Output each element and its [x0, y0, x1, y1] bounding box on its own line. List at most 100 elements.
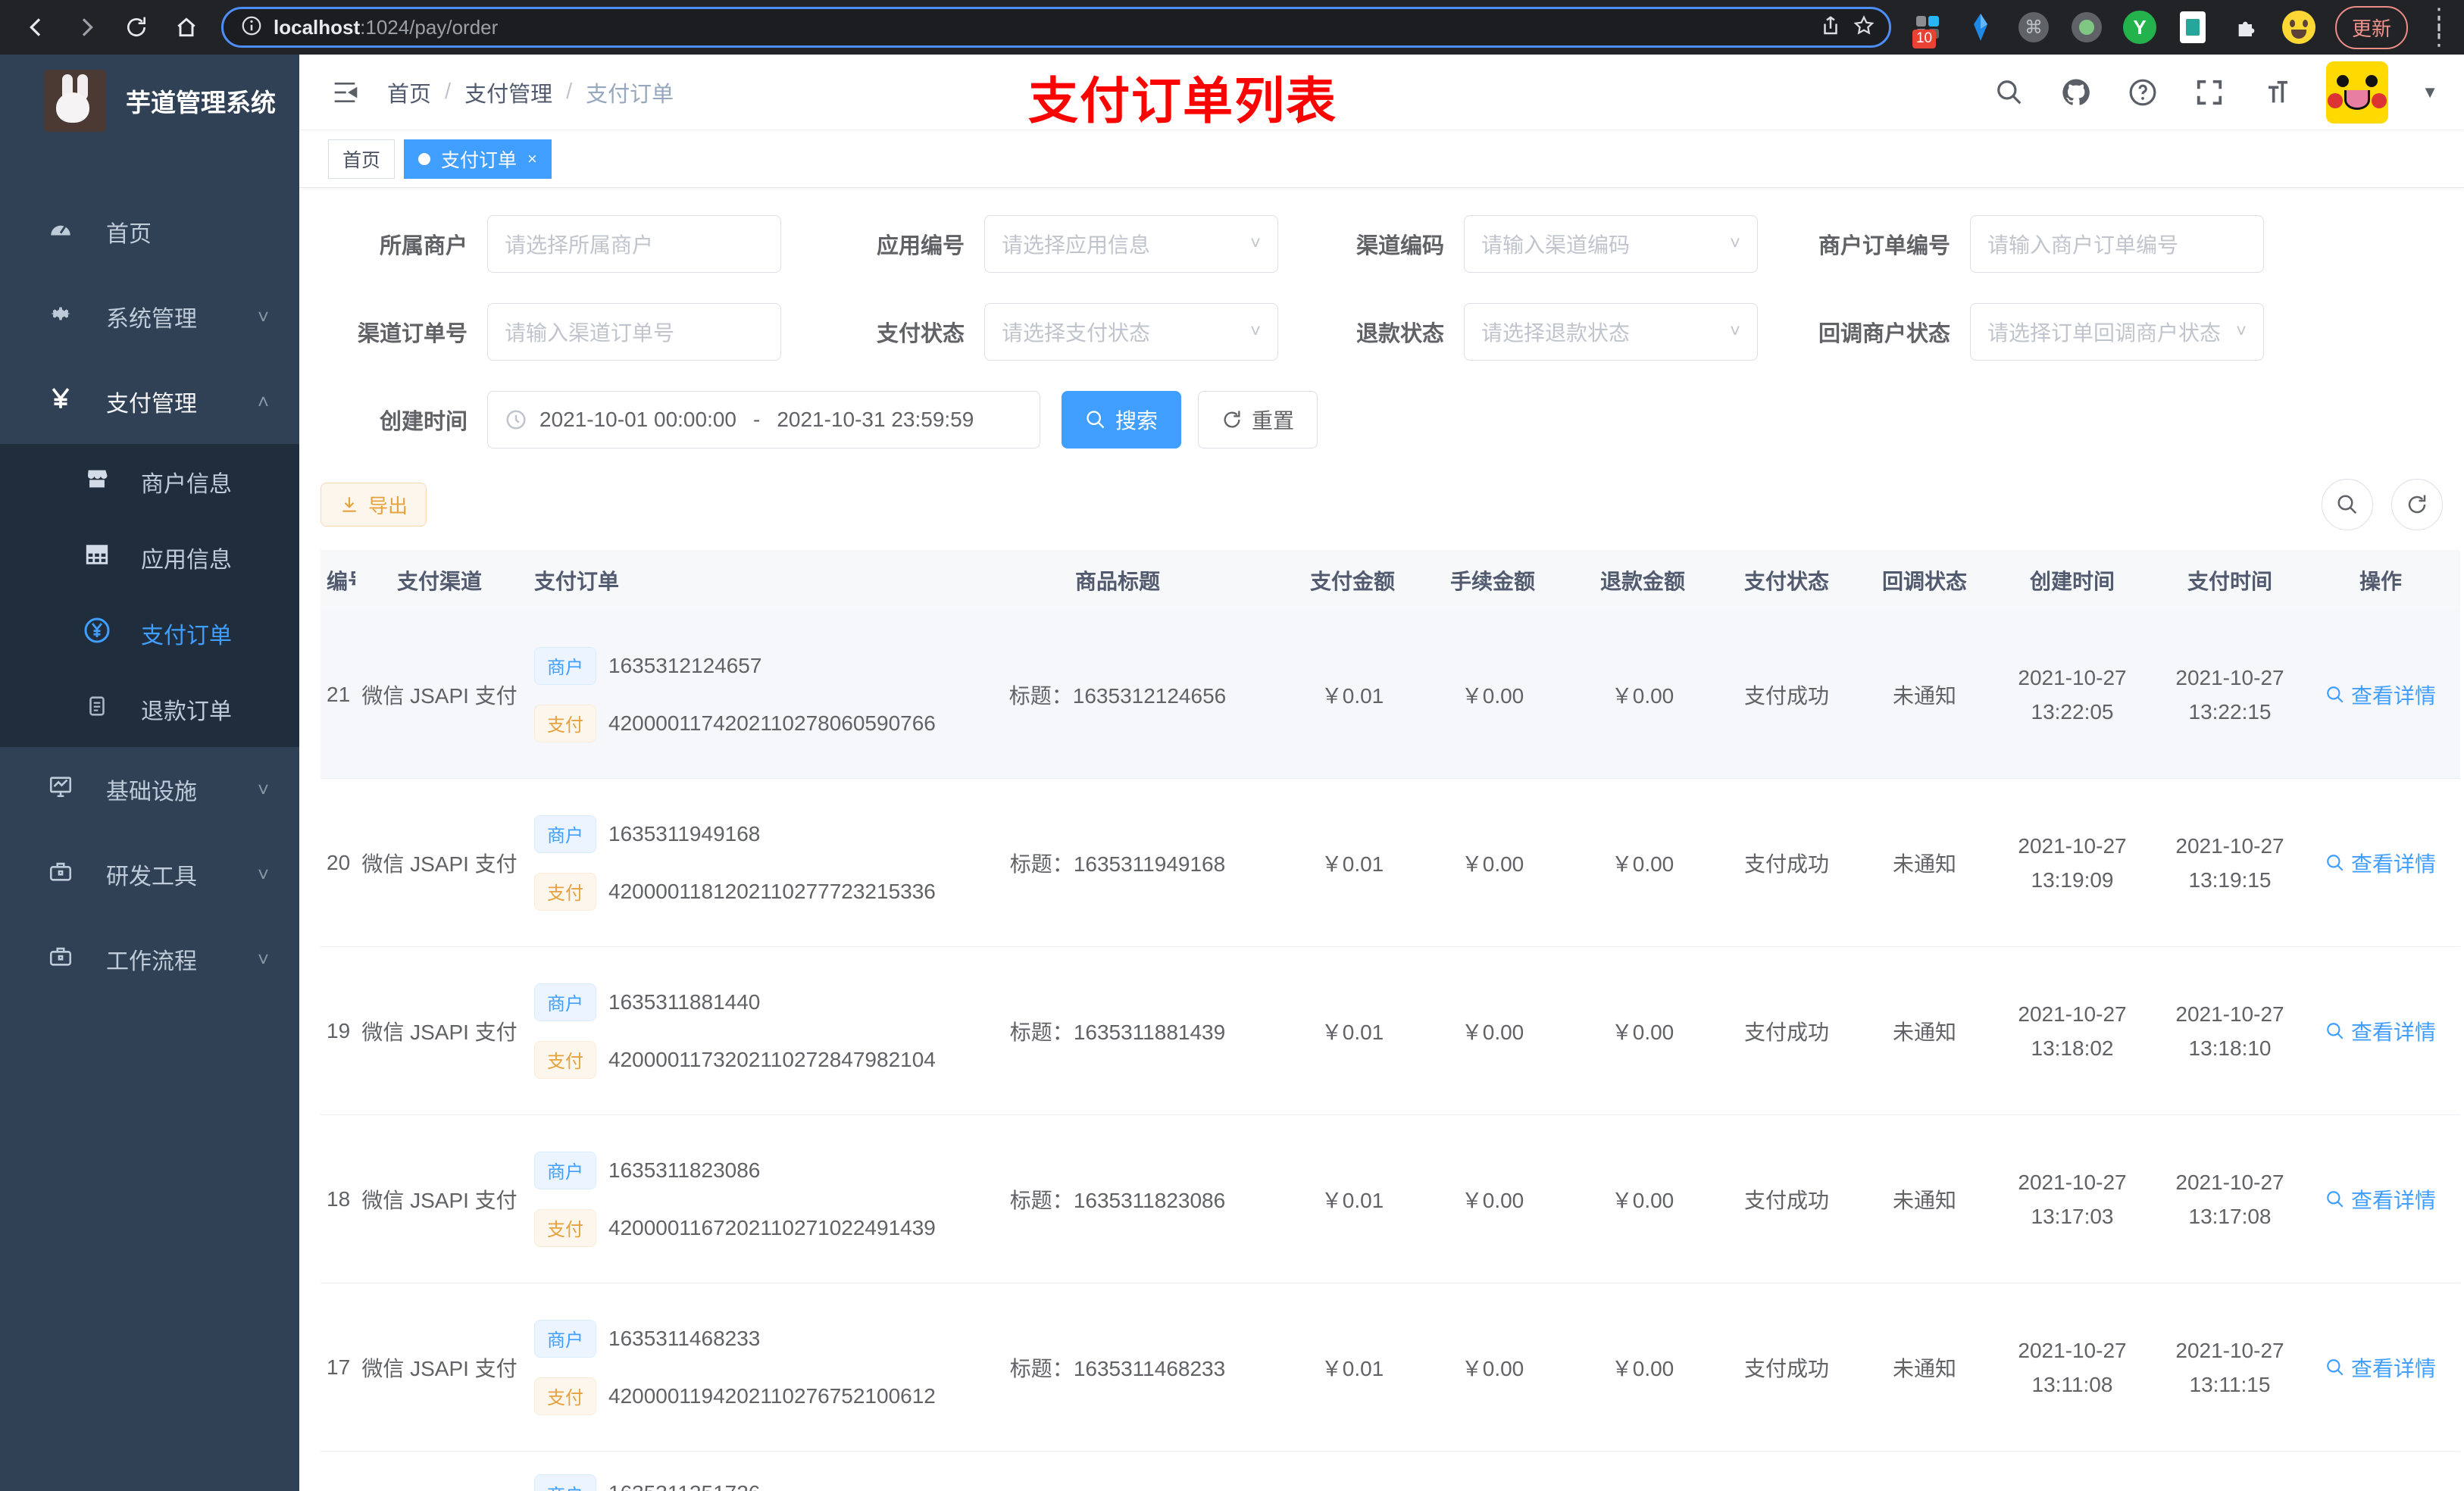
- sidebar-item-home[interactable]: 首页: [0, 189, 299, 274]
- filter-label-merchant-order-no: 商户订单编号: [1818, 234, 1950, 258]
- view-detail-link[interactable]: 查看详情: [2325, 1016, 2436, 1046]
- search-icon[interactable]: [1993, 76, 2026, 109]
- tab-pay-order[interactable]: 支付订单 ×: [404, 139, 552, 179]
- pay-tag: 支付: [534, 1377, 596, 1415]
- merchant-tag: 商户: [534, 1319, 596, 1358]
- url-text: localhost:1024/pay/order: [274, 15, 499, 39]
- app-logo-row[interactable]: 芋道管理系统: [0, 55, 299, 147]
- help-icon[interactable]: [2126, 76, 2159, 109]
- profile-emoji-icon[interactable]: [2281, 11, 2315, 44]
- github-icon[interactable]: [2059, 76, 2093, 109]
- status-text: 支付成功: [1743, 683, 1829, 708]
- merchant-tag: 商户: [534, 1151, 596, 1189]
- yen-circle-icon: [83, 617, 111, 650]
- sidebar-collapse-icon[interactable]: [328, 76, 361, 109]
- merchant-tag: 商户: [534, 814, 596, 853]
- chevron-down-icon: ˅: [257, 777, 269, 801]
- search-button[interactable]: 搜索: [1062, 391, 1182, 449]
- gear-icon: [47, 301, 74, 333]
- annotation-title: 支付订单列表: [1028, 73, 1337, 129]
- view-detail-link[interactable]: 查看详情: [2325, 1184, 2436, 1214]
- sidebar-item-workflow[interactable]: 工作流程 ˅: [0, 917, 299, 1002]
- filter-label-channel-code: 渠道编码: [1356, 234, 1444, 258]
- filter-label-pay-status: 支付状态: [876, 322, 965, 346]
- table-header-row: 编号 支付渠道 支付订单 商品标题 支付金额 手续金额 退款金额 支付状态 回调…: [321, 550, 2460, 611]
- browser-menu-icon[interactable]: ⋮ ⋮ ⋮: [2428, 5, 2450, 48]
- view-detail-link[interactable]: 查看详情: [2325, 848, 2436, 878]
- sidebar-item-refund-order[interactable]: 退款订单: [0, 671, 299, 747]
- refund-status-select[interactable]: 请选择退款状态 ˅: [1464, 303, 1758, 361]
- export-button[interactable]: 导出: [321, 483, 427, 527]
- app-select[interactable]: 请选择应用信息 ˅: [984, 215, 1278, 273]
- extension-dot-icon[interactable]: [2070, 11, 2103, 44]
- pay-tag: 支付: [534, 872, 596, 911]
- table-row: 19 微信 JSAPI 支付 商户 1635311881440 支付 4200001…: [321, 947, 2460, 1115]
- extension-doc-icon[interactable]: [2176, 11, 2209, 44]
- sidebar-item-system[interactable]: 系统管理 ˅: [0, 274, 299, 359]
- channel-order-no-input[interactable]: 请输入渠道订单号: [487, 303, 781, 361]
- browser-back-button[interactable]: [21, 12, 52, 42]
- merchant-order-no-input[interactable]: 请输入商户订单编号: [1970, 215, 2264, 273]
- merchant-tag: 商户: [534, 983, 596, 1021]
- chevron-down-icon: ˅: [257, 862, 269, 886]
- extensions-puzzle-icon[interactable]: [2229, 11, 2262, 44]
- filter-label-app: 应用编号: [876, 234, 965, 258]
- close-icon[interactable]: ×: [527, 149, 537, 169]
- sidebar-item-app-info[interactable]: 应用信息: [0, 520, 299, 595]
- date-start: 2021-10-01 00:00:00: [539, 408, 736, 431]
- chevron-down-icon: ˅: [2235, 321, 2247, 342]
- filter-label-notify-status: 回调商户状态: [1818, 322, 1950, 346]
- chevron-down-icon: ˅: [1249, 233, 1261, 254]
- notify-text: 未通知: [1892, 683, 1956, 708]
- breadcrumb: 首页 / 支付管理 / 支付订单: [387, 77, 674, 108]
- active-dot-icon: [418, 152, 431, 165]
- breadcrumb-payment[interactable]: 支付管理: [464, 77, 552, 108]
- breadcrumb-home[interactable]: 首页: [387, 77, 431, 108]
- payment-submenu: 商户信息 应用信息 支付订单 退款订单: [0, 444, 299, 747]
- font-size-icon[interactable]: [2259, 76, 2293, 109]
- sidebar-item-infra[interactable]: 基础设施 ˅: [0, 747, 299, 832]
- extension-command-icon[interactable]: ⌘: [2017, 11, 2050, 44]
- avatar-dropdown-icon[interactable]: ▼: [2422, 83, 2438, 102]
- pay-tag: 支付: [534, 1040, 596, 1079]
- sidebar-item-merchant-info[interactable]: 商户信息: [0, 444, 299, 520]
- date-separator: -: [753, 408, 761, 431]
- extension-pixel-icon[interactable]: 10: [1911, 11, 1944, 48]
- tags-view-bar: 首页 支付订单 ×: [299, 130, 2464, 188]
- document-icon: [83, 693, 111, 725]
- page-header: 首页 / 支付管理 / 支付订单 支付订单列表 ▼: [299, 55, 2464, 130]
- merchant-select[interactable]: 请选择所属商户: [487, 215, 781, 273]
- browser-home-button[interactable]: [171, 12, 202, 42]
- reset-button[interactable]: 重置: [1198, 391, 1318, 449]
- address-bar[interactable]: localhost:1024/pay/order: [221, 7, 1891, 48]
- bookmark-star-icon[interactable]: [1853, 14, 1875, 41]
- browser-update-button[interactable]: 更新: [2334, 5, 2408, 49]
- sidebar-item-dev-tools[interactable]: 研发工具 ˅: [0, 832, 299, 917]
- chevron-down-icon: ˅: [1249, 321, 1261, 342]
- share-icon[interactable]: [1819, 14, 1842, 41]
- view-detail-link[interactable]: 查看详情: [2325, 680, 2436, 710]
- site-info-icon[interactable]: [240, 14, 263, 41]
- chevron-down-icon: ˅: [257, 947, 269, 971]
- sidebar-item-payment[interactable]: 支付管理 ˄: [0, 359, 299, 444]
- filter-label-create-time: 创建时间: [379, 410, 467, 434]
- pay-status-select[interactable]: 请选择支付状态 ˅: [984, 303, 1278, 361]
- extension-green-icon[interactable]: Y: [2122, 11, 2156, 44]
- yen-icon: [47, 386, 74, 417]
- fullscreen-icon[interactable]: [2193, 76, 2226, 109]
- browser-forward-button[interactable]: [71, 12, 102, 42]
- refresh-table-button[interactable]: [2391, 479, 2443, 530]
- chevron-down-icon: ˅: [1729, 321, 1740, 342]
- app-title: 芋道管理系统: [126, 89, 276, 117]
- show-search-toggle-button[interactable]: [2322, 479, 2373, 530]
- sidebar-item-pay-order[interactable]: 支付订单: [0, 595, 299, 671]
- notify-status-select[interactable]: 请选择订单回调商户状态 ˅: [1970, 303, 2264, 361]
- extension-pen-icon[interactable]: [1964, 11, 1997, 44]
- dashboard-icon: [47, 216, 74, 248]
- tab-home[interactable]: 首页: [328, 139, 396, 179]
- user-avatar[interactable]: [2326, 61, 2389, 123]
- channel-code-select[interactable]: 请输入渠道编码 ˅: [1464, 215, 1758, 273]
- browser-reload-button[interactable]: [121, 12, 152, 42]
- create-time-range-picker[interactable]: 2021-10-01 00:00:00 - 2021-10-31 23:59:5…: [487, 391, 1040, 449]
- view-detail-link[interactable]: 查看详情: [2325, 1352, 2436, 1383]
